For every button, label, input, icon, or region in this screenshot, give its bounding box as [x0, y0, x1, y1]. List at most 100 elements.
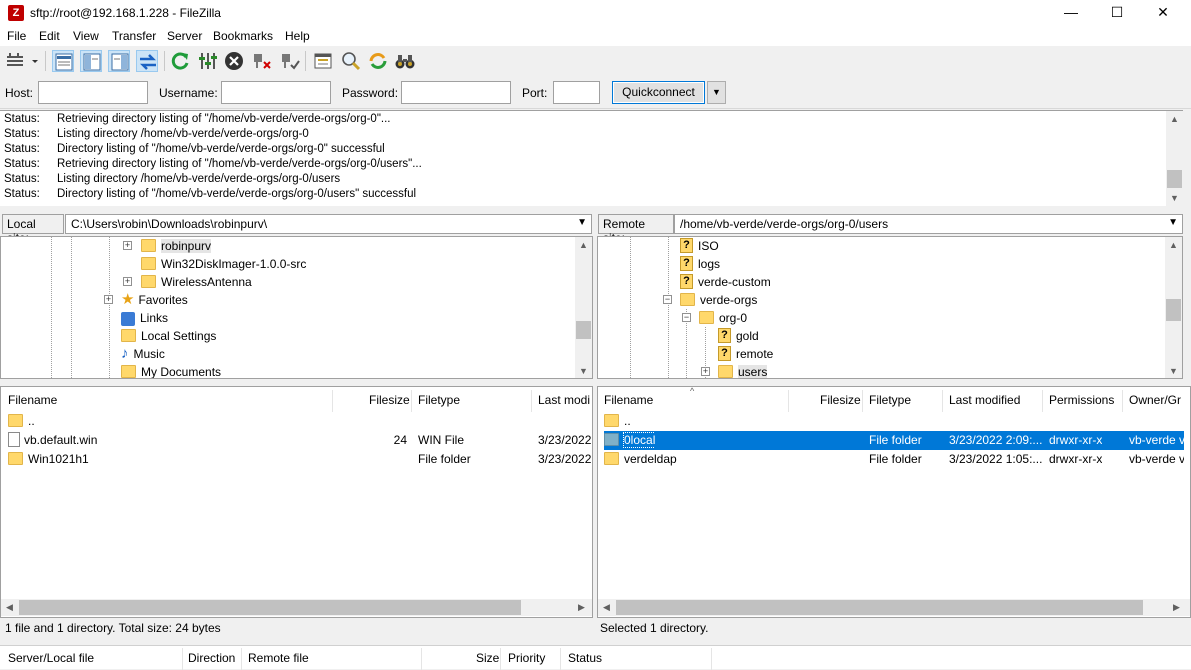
tree-item-users[interactable]: + users	[701, 363, 768, 378]
site-manager-icon[interactable]	[4, 50, 40, 72]
queue-column-size[interactable]: Size	[476, 651, 499, 665]
tree-item-favorites[interactable]: + ★ Favorites	[104, 291, 188, 309]
window-title: sftp://root@192.168.1.228 - FileZilla	[30, 6, 221, 20]
column-permissions[interactable]: Permissions	[1049, 388, 1114, 413]
column-filesize[interactable]: Filesize	[820, 388, 861, 413]
message-log: Status: Retrieving directory listing of "…	[0, 110, 1183, 206]
column-last-modified[interactable]: Last modi	[538, 388, 590, 413]
toggle-message-log-icon[interactable]	[52, 50, 74, 72]
local-list-scrollbar-thumb[interactable]	[19, 600, 521, 615]
username-label: Username:	[159, 86, 218, 100]
link-folder-icon	[121, 311, 135, 326]
username-input[interactable]	[221, 81, 331, 104]
menu-help[interactable]: Help	[285, 29, 310, 43]
directory-filter-icon[interactable]	[312, 50, 334, 72]
tree-item-music[interactable]: ♪ Music	[121, 345, 165, 363]
menu-transfer[interactable]: Transfer	[112, 29, 156, 43]
port-input[interactable]	[553, 81, 600, 104]
queue-column-priority[interactable]: Priority	[508, 651, 545, 665]
local-site-bar: Local site: C:\Users\robin\Downloads\rob…	[0, 212, 593, 245]
column-filename[interactable]: Filename	[8, 388, 57, 413]
toggle-local-tree-icon[interactable]	[80, 50, 102, 72]
tree-item-iso[interactable]: ? ISO	[680, 237, 719, 255]
toggle-remote-tree-icon[interactable]	[108, 50, 130, 72]
log-line: Status: Retrieving directory listing of "…	[4, 158, 422, 170]
queue-column-server-local-file[interactable]: Server/Local file	[8, 651, 94, 665]
tree-item-org-0[interactable]: − org-0	[682, 309, 747, 327]
disconnect-icon[interactable]	[251, 50, 273, 72]
column-filesize[interactable]: Filesize	[369, 388, 410, 413]
column-owner-group[interactable]: Owner/Gr	[1129, 388, 1181, 413]
expand-icon[interactable]: +	[701, 367, 710, 376]
table-row-selected[interactable]: 0local File folder 3/23/2022 2:09:... dr…	[604, 431, 1184, 450]
log-line: Status: Directory listing of "/home/vb-ve…	[4, 143, 385, 155]
menu-bookmarks[interactable]: Bookmarks	[213, 29, 273, 43]
quickconnect-button[interactable]: Quickconnect	[612, 81, 705, 104]
local-tree-scrollbar-thumb[interactable]	[576, 321, 591, 339]
remote-path-combobox[interactable]: /home/vb-verde/verde-orgs/org-0/users ▼	[674, 214, 1183, 234]
collapse-icon[interactable]: −	[682, 313, 691, 322]
queue-column-direction[interactable]: Direction	[188, 651, 235, 665]
search-icon[interactable]	[340, 50, 362, 72]
column-filetype[interactable]: Filetype	[418, 388, 460, 413]
remote-site-bar: Remote site: /home/vb-verde/verde-orgs/o…	[597, 212, 1191, 245]
column-filetype[interactable]: Filetype	[869, 388, 911, 413]
tree-item-verde-orgs[interactable]: − verde-orgs	[663, 291, 757, 309]
folder-icon	[141, 239, 156, 253]
cancel-operation-icon[interactable]	[223, 50, 245, 72]
tree-item-win32diskimager[interactable]: Win32DiskImager-1.0.0-src	[141, 255, 306, 273]
table-row[interactable]: ..	[1, 412, 592, 431]
log-scrollbar[interactable]: ▲ ▼	[1166, 111, 1183, 206]
remote-tree-scrollbar-thumb[interactable]	[1166, 299, 1181, 321]
expand-icon[interactable]: +	[123, 277, 132, 286]
tree-item-links[interactable]: Links	[121, 309, 168, 327]
table-row[interactable]: ..	[598, 412, 1184, 431]
tree-item-verde-custom[interactable]: ? verde-custom	[680, 273, 771, 291]
expand-icon[interactable]: +	[104, 295, 113, 304]
menu-server[interactable]: Server	[167, 29, 202, 43]
menu-view[interactable]: View	[73, 29, 99, 43]
collapse-icon[interactable]: −	[663, 295, 672, 304]
folder-icon	[718, 365, 733, 378]
menu-edit[interactable]: Edit	[39, 29, 60, 43]
close-button[interactable]: ✕	[1140, 0, 1186, 26]
toggle-transfer-queue-icon[interactable]	[136, 50, 158, 72]
process-queue-icon[interactable]	[197, 50, 219, 72]
column-filename[interactable]: Filename	[604, 388, 653, 413]
reconnect-icon[interactable]	[279, 50, 301, 72]
tree-item-my-documents[interactable]: My Documents	[121, 363, 221, 378]
maximize-button[interactable]: ☐	[1094, 0, 1140, 26]
host-input[interactable]	[38, 81, 148, 104]
column-last-modified[interactable]: Last modified	[949, 388, 1020, 413]
tree-item-gold[interactable]: ? gold	[718, 327, 759, 345]
local-tree-scrollbar[interactable]: ▲ ▼	[575, 237, 592, 378]
tree-item-local-settings[interactable]: Local Settings	[121, 327, 216, 345]
local-path-combobox[interactable]: C:\Users\robin\Downloads\robinpurv\ ▼	[65, 214, 592, 234]
sync-browsing-icon[interactable]	[367, 50, 389, 72]
chevron-down-icon[interactable]: ▼	[577, 217, 587, 228]
quickconnect-history-dropdown[interactable]: ▼	[707, 81, 726, 104]
folder-icon	[121, 365, 136, 378]
queue-column-remote-file[interactable]: Remote file	[248, 651, 309, 665]
tree-item-remote[interactable]: ? remote	[718, 345, 773, 363]
refresh-icon[interactable]	[169, 50, 191, 72]
remote-list-scrollbar-thumb[interactable]	[616, 600, 1143, 615]
queue-column-status[interactable]: Status	[568, 651, 602, 665]
menu-file[interactable]: File	[7, 29, 26, 43]
title-bar: Z sftp://root@192.168.1.228 - FileZilla …	[0, 0, 1191, 26]
table-row[interactable]: verdeldap File folder 3/23/2022 1:05:...…	[598, 450, 1184, 469]
expand-icon[interactable]: +	[123, 241, 132, 250]
folder-icon	[604, 414, 619, 428]
table-row[interactable]: vb.default.win 24 WIN File 3/23/2022	[1, 431, 592, 450]
chevron-down-icon[interactable]: ▼	[1168, 217, 1178, 228]
binoculars-icon[interactable]	[394, 50, 416, 72]
tree-item-robinpurv[interactable]: + robinpurv	[123, 237, 212, 255]
table-row[interactable]: Win1021h1 File folder 3/23/2022	[1, 450, 592, 469]
tree-item-logs[interactable]: ? logs	[680, 255, 720, 273]
minimize-button[interactable]: —	[1048, 0, 1094, 26]
tree-item-wirelessantenna[interactable]: + WirelessAntenna	[123, 273, 252, 291]
quickconnect-bar: Host: Username: Password: Port: Quickcon…	[0, 76, 1191, 109]
remote-path: /home/vb-verde/verde-orgs/org-0/users	[680, 217, 889, 231]
log-scrollbar-thumb[interactable]	[1167, 170, 1182, 188]
password-input[interactable]	[401, 81, 511, 104]
